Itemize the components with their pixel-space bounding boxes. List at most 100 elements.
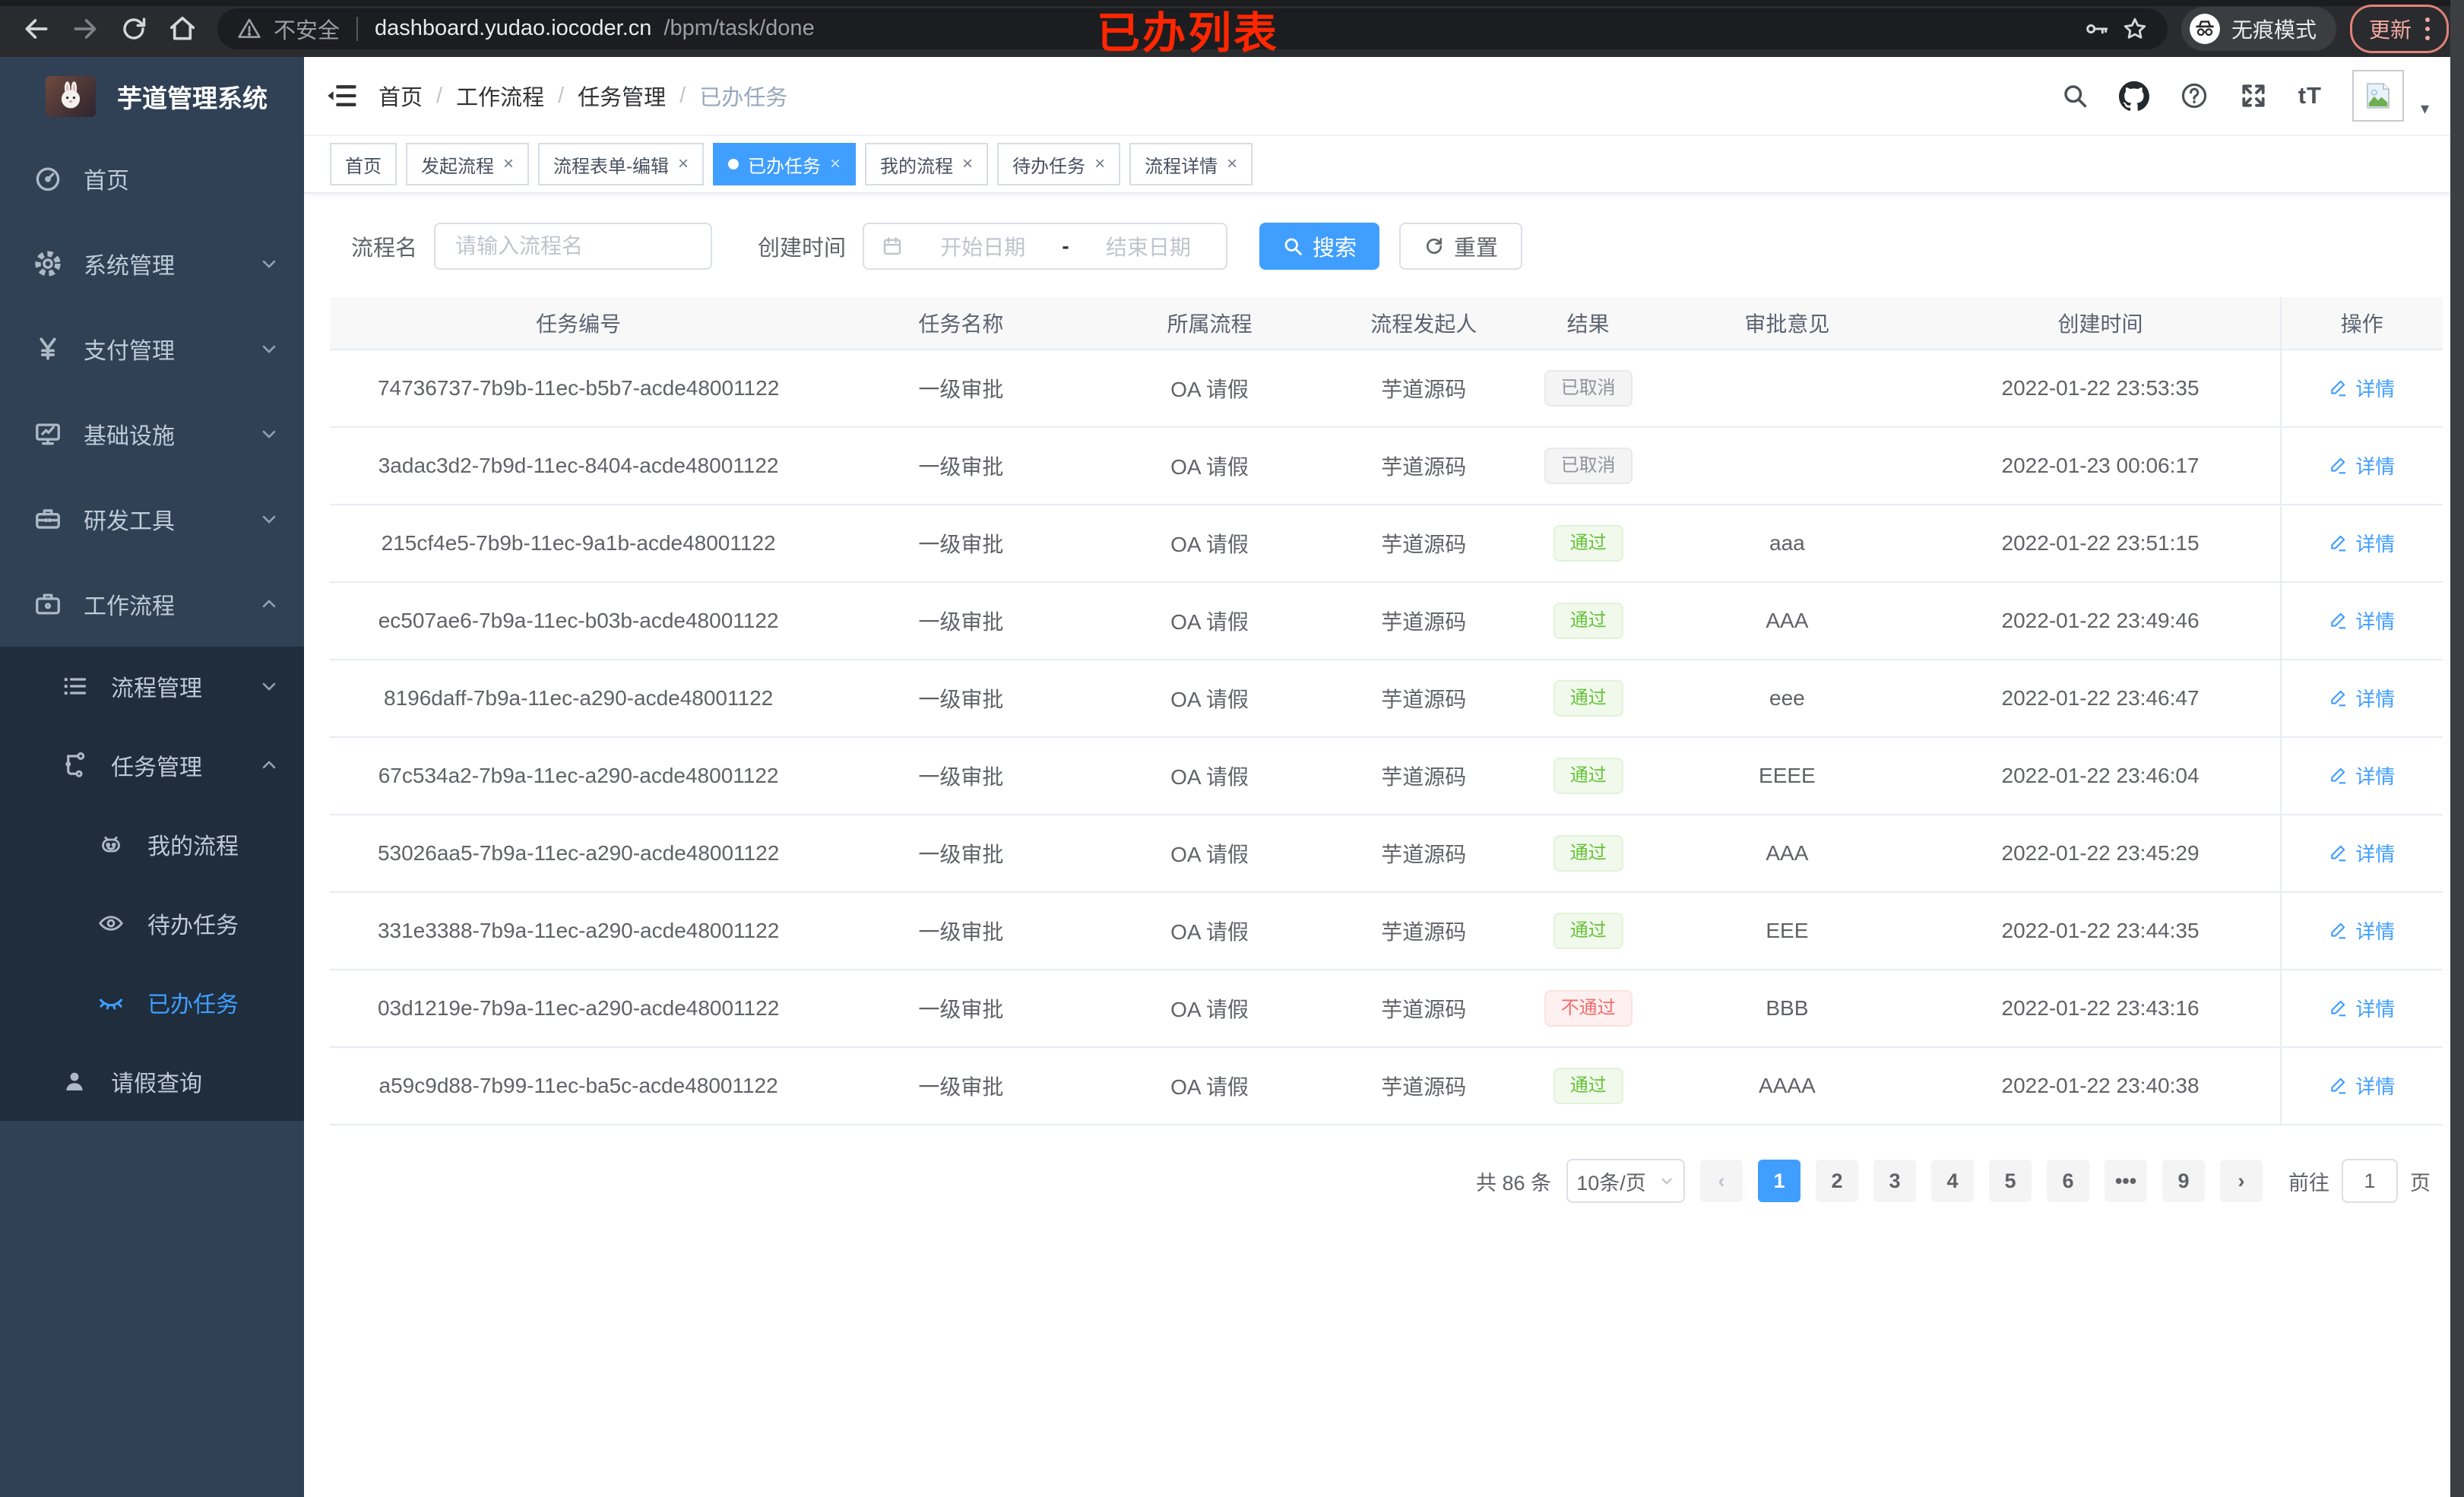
- eye-off-icon: [97, 989, 131, 1016]
- chevron-down-icon: [258, 676, 280, 697]
- sidebar-item-leave-query[interactable]: 请假查询: [0, 1042, 304, 1121]
- sidebar-item-infrastructure[interactable]: 基础设施: [0, 391, 304, 476]
- sidebar-item-workflow[interactable]: 工作流程: [0, 562, 304, 647]
- end-date-placeholder: 结束日期: [1105, 236, 1191, 259]
- detail-link[interactable]: 详情: [2329, 994, 2395, 1022]
- bookmark-star-icon[interactable]: [2122, 16, 2148, 42]
- search-icon[interactable]: [2061, 82, 2089, 109]
- detail-link[interactable]: 详情: [2329, 839, 2395, 867]
- tab-close-icon[interactable]: ×: [503, 153, 514, 175]
- tab-close-icon[interactable]: ×: [1094, 153, 1105, 175]
- reset-button[interactable]: 重置: [1399, 223, 1523, 270]
- sidebar-item-devtools[interactable]: 研发工具: [0, 476, 304, 562]
- pagination-page-button[interactable]: 1: [1758, 1160, 1800, 1202]
- process-name-input[interactable]: [434, 223, 713, 270]
- tab-close-icon[interactable]: ×: [830, 153, 841, 175]
- sidebar-collapse-button[interactable]: [327, 83, 357, 109]
- sidebar-item-label: 系统管理: [84, 254, 175, 279]
- window-scrollbar[interactable]: [2450, 0, 2464, 1497]
- sidebar-item-my-process[interactable]: 我的流程: [0, 805, 304, 884]
- detail-link[interactable]: 详情: [2329, 451, 2395, 479]
- detail-link[interactable]: 详情: [2329, 606, 2395, 635]
- sidebar-item-label: 我的流程: [147, 834, 239, 859]
- font-size-icon[interactable]: tT: [2298, 82, 2322, 109]
- date-range-input[interactable]: 开始日期 - 结束日期: [863, 223, 1228, 270]
- avatar-dropdown-caret[interactable]: ▾: [2421, 99, 2429, 122]
- avatar[interactable]: [2352, 70, 2404, 122]
- github-icon[interactable]: [2118, 81, 2149, 111]
- search-form: 流程名 创建时间 开始日期 - 结束日期 搜索 重置: [351, 223, 2443, 270]
- table-row: 67c534a2-7b9a-11ec-a290-acde48001122 一级审…: [330, 737, 2443, 815]
- key-icon[interactable]: [2084, 16, 2110, 42]
- cell-task-id: 67c534a2-7b9a-11ec-a290-acde48001122: [330, 737, 828, 815]
- page-size-select[interactable]: 10条/页: [1566, 1159, 1685, 1203]
- detail-link[interactable]: 详情: [2329, 684, 2395, 712]
- tab-form-edit[interactable]: 流程表单-编辑 ×: [538, 143, 705, 185]
- sidebar-logo-row[interactable]: 芋道管理系统: [0, 57, 304, 136]
- pagination-page-button[interactable]: 3: [1873, 1160, 1916, 1202]
- sidebar-item-label: 研发工具: [84, 509, 175, 534]
- cell-process: OA 请假: [1094, 582, 1325, 660]
- sidebar-item-process-mgmt[interactable]: 流程管理: [0, 647, 304, 726]
- pagination-page-button[interactable]: 2: [1816, 1160, 1858, 1202]
- update-label: 更新: [2368, 17, 2412, 42]
- sidebar-item-task-mgmt[interactable]: 任务管理: [0, 726, 304, 805]
- cell-task-id: 3adac3d2-7b9d-11ec-8404-acde48001122: [330, 427, 828, 505]
- tab-close-icon[interactable]: ×: [678, 153, 689, 175]
- cell-task-name: 一级审批: [827, 815, 1095, 893]
- pagination-prev-button[interactable]: ‹: [1700, 1160, 1743, 1202]
- pagination-page-button[interactable]: 5: [1989, 1160, 2032, 1202]
- status-badge: 通过: [1553, 835, 1623, 872]
- breadcrumb-item[interactable]: 任务管理: [578, 80, 666, 112]
- browser-forward-button[interactable]: [64, 8, 106, 50]
- browser-update-button[interactable]: 更新: [2349, 4, 2449, 53]
- col-comment: 审批意见: [1653, 297, 1921, 350]
- detail-link[interactable]: 详情: [2329, 761, 2395, 790]
- tab-home[interactable]: 首页: [330, 143, 397, 185]
- sidebar-item-done-tasks[interactable]: 已办任务: [0, 963, 304, 1042]
- browser-menu-icon[interactable]: [2425, 17, 2430, 40]
- sidebar-item-todo-tasks[interactable]: 待办任务: [0, 884, 304, 963]
- omnibox-divider: [356, 16, 359, 41]
- tab-label: 首页: [345, 156, 382, 177]
- status-badge: 通过: [1553, 758, 1623, 794]
- fullscreen-icon[interactable]: [2239, 81, 2268, 110]
- tab-todo-tasks[interactable]: 待办任务 ×: [997, 143, 1121, 185]
- col-process: 所属流程: [1094, 297, 1325, 350]
- sidebar-item-payment[interactable]: 支付管理: [0, 306, 304, 391]
- tab-process-detail[interactable]: 流程详情 ×: [1129, 143, 1253, 185]
- tab-close-icon[interactable]: ×: [1227, 153, 1237, 175]
- edit-pencil-icon: [2331, 536, 2346, 552]
- pagination-page-button[interactable]: 4: [1931, 1160, 1974, 1202]
- chevron-up-icon: [258, 755, 280, 776]
- browser-reload-button[interactable]: [112, 8, 155, 50]
- breadcrumb-item[interactable]: 首页: [378, 80, 423, 112]
- help-icon[interactable]: [2180, 81, 2209, 110]
- sidebar-item-home[interactable]: 首页: [0, 136, 304, 221]
- cell-task-id: 331e3388-7b9a-11ec-a290-acde48001122: [330, 892, 828, 970]
- detail-link[interactable]: 详情: [2329, 916, 2395, 945]
- cell-process: OA 请假: [1094, 970, 1325, 1048]
- search-button[interactable]: 搜索: [1259, 223, 1380, 270]
- sidebar-item-system[interactable]: 系统管理: [0, 221, 304, 306]
- browser-back-button[interactable]: [15, 8, 58, 50]
- back-arrow-icon: [25, 18, 48, 39]
- detail-link[interactable]: 详情: [2329, 529, 2395, 557]
- breadcrumb-item[interactable]: 工作流程: [456, 80, 544, 112]
- sidebar-item-label: 已办任务: [147, 992, 239, 1018]
- tab-my-process[interactable]: 我的流程 ×: [865, 143, 989, 185]
- detail-link[interactable]: 详情: [2329, 1071, 2395, 1100]
- pagination-page-button[interactable]: 6: [2047, 1160, 2089, 1202]
- tab-label: 流程表单-编辑: [553, 156, 670, 177]
- browser-home-button[interactable]: [161, 8, 204, 50]
- pagination-ellipsis[interactable]: •••: [2105, 1160, 2147, 1202]
- cell-initiator: 芋道源码: [1324, 815, 1524, 893]
- cell-comment: EEEE: [1653, 737, 1921, 815]
- pagination-next-button[interactable]: ›: [2220, 1160, 2263, 1202]
- tab-start-process[interactable]: 发起流程 ×: [406, 143, 530, 185]
- goto-page-input[interactable]: [2342, 1159, 2398, 1203]
- tab-close-icon[interactable]: ×: [962, 153, 973, 175]
- pagination-page-button[interactable]: 9: [2162, 1160, 2205, 1202]
- detail-link[interactable]: 详情: [2329, 374, 2395, 402]
- tab-done-tasks[interactable]: 已办任务 ×: [713, 143, 857, 185]
